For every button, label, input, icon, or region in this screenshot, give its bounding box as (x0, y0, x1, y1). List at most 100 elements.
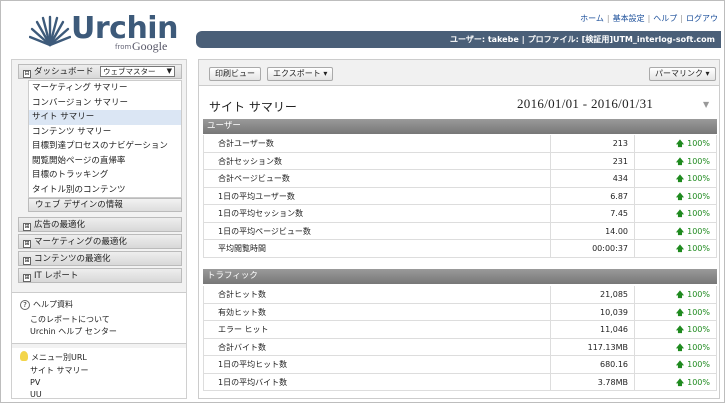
urchin-logo[interactable]: Urchin from Google (29, 11, 189, 57)
help-question-icon: ? (20, 300, 30, 310)
table-row: 合計セッション数 231 🡅 100% (203, 152, 717, 170)
help-link-help-center[interactable]: Urchin ヘルプ センター (20, 326, 178, 338)
metric-change: 🡅 100% (675, 209, 710, 218)
sidebar-section-ad-optimization[interactable]: ⊞ 広告の最適化 (18, 217, 182, 232)
metric-change: 🡅 100% (675, 139, 710, 148)
nav-logout-link[interactable]: ログアウ (686, 14, 718, 23)
lightbulb-icon (20, 351, 28, 361)
up-arrow-icon: 🡅 (675, 191, 685, 201)
metric-value: 10,039 (600, 307, 628, 317)
app-frame: Urchin from Google ホーム | 基本設定 | ヘルプ | ログアウ ユーザ… (0, 0, 725, 403)
sidebar-item-web-design[interactable]: ウェブ デザインの情報 (28, 198, 182, 212)
sidebar-item-content-summary[interactable]: コンテンツ サマリー (29, 125, 181, 140)
print-view-button[interactable]: 印刷ビュー (209, 67, 261, 81)
metric-label: 合計ヒット数 (218, 290, 266, 299)
nav-home-link[interactable]: ホーム (580, 14, 604, 23)
metric-value: 00:00:37 (592, 244, 628, 253)
table-row: 1日の平均バイト数 3.78MB 🡅 100% (203, 373, 717, 391)
menu-url-link-site-summary[interactable]: サイト サマリー (20, 365, 178, 377)
up-arrow-icon: 🡅 (675, 342, 685, 352)
table-row: 1日の平均ページビュー数 14.00 🡅 100% (203, 222, 717, 240)
expand-icon: ⊞ (23, 240, 31, 248)
help-resources: ? ヘルプ資料 このレポートについて Urchin ヘルプ センター (12, 292, 186, 344)
sidebar-section-it-reports[interactable]: ⊞ IT レポート (18, 268, 182, 283)
sidebar-section-marketing-optimization[interactable]: ⊞ マーケティングの最適化 (18, 234, 182, 249)
up-arrow-icon: 🡅 (675, 156, 685, 166)
users-table: 合計ユーザー数 213 🡅 100% 合計セッション数 231 🡅 100% 合計ページビュー数… (203, 135, 717, 258)
menu-url-link-pv[interactable]: PV (20, 377, 178, 389)
table-row: 合計バイト数 117.13MB 🡅 100% (203, 338, 717, 356)
up-arrow-icon: 🡅 (675, 360, 685, 369)
table-row: 平均閲覧時間 00:00:37 🡅 100% (203, 240, 717, 258)
menu-url-title: メニュー別URL (31, 353, 87, 362)
metric-change: 🡅 100% (675, 174, 710, 183)
sidebar-section-content-optimization[interactable]: ⊞ コンテンツの最適化 (18, 251, 182, 266)
metric-change: 🡅 100% (675, 377, 710, 387)
metric-value: 213 (612, 139, 628, 148)
chevron-down-icon: ▾ (323, 69, 328, 78)
metric-label: 合計ユーザー数 (218, 139, 274, 148)
table-row: 合計ユーザー数 213 🡅 100% (203, 135, 717, 153)
metric-value: 117.13MB (587, 342, 628, 352)
chevron-down-icon: ▼ (166, 67, 172, 75)
sidebar-item-site-summary[interactable]: サイト サマリー (29, 110, 181, 125)
sidebar-item-entrance-bounce-rate[interactable]: 閲覧開始ページの直帰率 (29, 154, 181, 169)
help-link-about-report[interactable]: このレポートについて (20, 314, 178, 326)
table-row: 合計ヒット数 21,085 🡅 100% (203, 286, 717, 304)
metric-label: 平均閲覧時間 (218, 244, 266, 253)
expand-icon: ⊞ (23, 257, 31, 265)
traffic-table: 合計ヒット数 21,085 🡅 100% 有効ヒット数 10,039 🡅 100% エラー ヒッ… (203, 286, 717, 391)
table-row: エラー ヒット 11,046 🡅 100% (203, 321, 717, 339)
up-arrow-icon: 🡅 (675, 209, 685, 218)
metric-label: 1日の平均セッション数 (218, 209, 304, 218)
permalink-button[interactable]: パーマリンク ▾ (649, 67, 716, 81)
dashboard-report-list: マーケティング サマリー コンバージョン サマリー サイト サマリー コンテンツ… (28, 80, 182, 198)
sidebar-item-goal-tracking[interactable]: 目標のトラッキング (29, 168, 181, 183)
sidebar: ⊟ ダッシュボード ウェブマスター ▼ マーケティング サマリー コンバージョン サ… (11, 59, 187, 399)
metric-change: 🡅 100% (675, 290, 710, 299)
current-profile: プロファイル: [検証用]UTM_interlog-soft.com (527, 35, 715, 44)
metric-value: 3.78MB (597, 377, 628, 387)
logo-google-text: Google (132, 39, 168, 53)
metric-value: 231 (612, 156, 628, 166)
metric-change: 🡅 100% (675, 226, 710, 236)
sidebar-item-content-by-title[interactable]: タイトル別のコンテンツ (29, 183, 181, 198)
metric-change: 🡅 100% (675, 244, 710, 253)
metric-label: 合計セッション数 (218, 156, 282, 166)
sidebar-section-dashboard[interactable]: ⊟ ダッシュボード ウェブマスター ▼ (18, 64, 182, 79)
metric-label: エラー ヒット (218, 325, 269, 334)
users-section-header: ユーザー (203, 119, 717, 134)
metric-change: 🡅 100% (675, 325, 710, 334)
sidebar-item-funnel-navigation[interactable]: 目標到達プロセスのナビゲーション (29, 139, 181, 154)
expand-icon: ⊞ (23, 223, 31, 231)
table-row: 1日の平均セッション数 7.45 🡅 100% (203, 205, 717, 223)
sidebar-item-marketing-summary[interactable]: マーケティング サマリー (29, 81, 181, 96)
metric-label: 1日の平均ページビュー数 (218, 226, 311, 236)
menu-url-link-uu[interactable]: UU (20, 389, 178, 398)
top-nav: ホーム | 基本設定 | ヘルプ | ログアウ (580, 14, 718, 23)
up-arrow-icon: 🡅 (675, 377, 685, 387)
date-range-selector[interactable]: 2016/01/01 - 2016/01/31 (517, 96, 653, 112)
metric-value: 680.16 (600, 360, 628, 369)
metric-value: 11,046 (600, 325, 628, 334)
metric-label: 合計バイト数 (218, 342, 266, 352)
export-button[interactable]: エクスポート ▾ (267, 67, 334, 81)
urchin-burst-icon (29, 15, 71, 47)
table-row: 合計ページビュー数 434 🡅 100% (203, 170, 717, 188)
chevron-down-icon[interactable]: ▼ (703, 100, 709, 109)
table-row: 1日の平均ヒット数 680.16 🡅 100% (203, 356, 717, 374)
nav-help-link[interactable]: ヘルプ (653, 14, 677, 23)
metric-value: 7.45 (610, 209, 628, 218)
table-row: 有効ヒット数 10,039 🡅 100% (203, 303, 717, 321)
table-row: 1日の平均ユーザー数 6.87 🡅 100% (203, 187, 717, 205)
report-panel: 印刷ビュー エクスポート ▾ パーマリンク ▾ サイト サマリー 2016/01… (198, 59, 720, 399)
chevron-down-icon: ▾ (705, 69, 710, 78)
metric-label: 1日の平均ヒット数 (218, 360, 288, 369)
dashboard-select[interactable]: ウェブマスター ▼ (100, 66, 175, 77)
up-arrow-icon: 🡅 (675, 290, 685, 299)
user-profile-bar: ユーザー: takebe | プロファイル: [検証用]UTM_interlog-s… (196, 31, 721, 48)
sidebar-item-conversion-summary[interactable]: コンバージョン サマリー (29, 96, 181, 111)
metric-label: 1日の平均バイト数 (218, 377, 288, 387)
nav-settings-link[interactable]: 基本設定 (613, 14, 645, 23)
metric-value: 434 (612, 174, 628, 183)
